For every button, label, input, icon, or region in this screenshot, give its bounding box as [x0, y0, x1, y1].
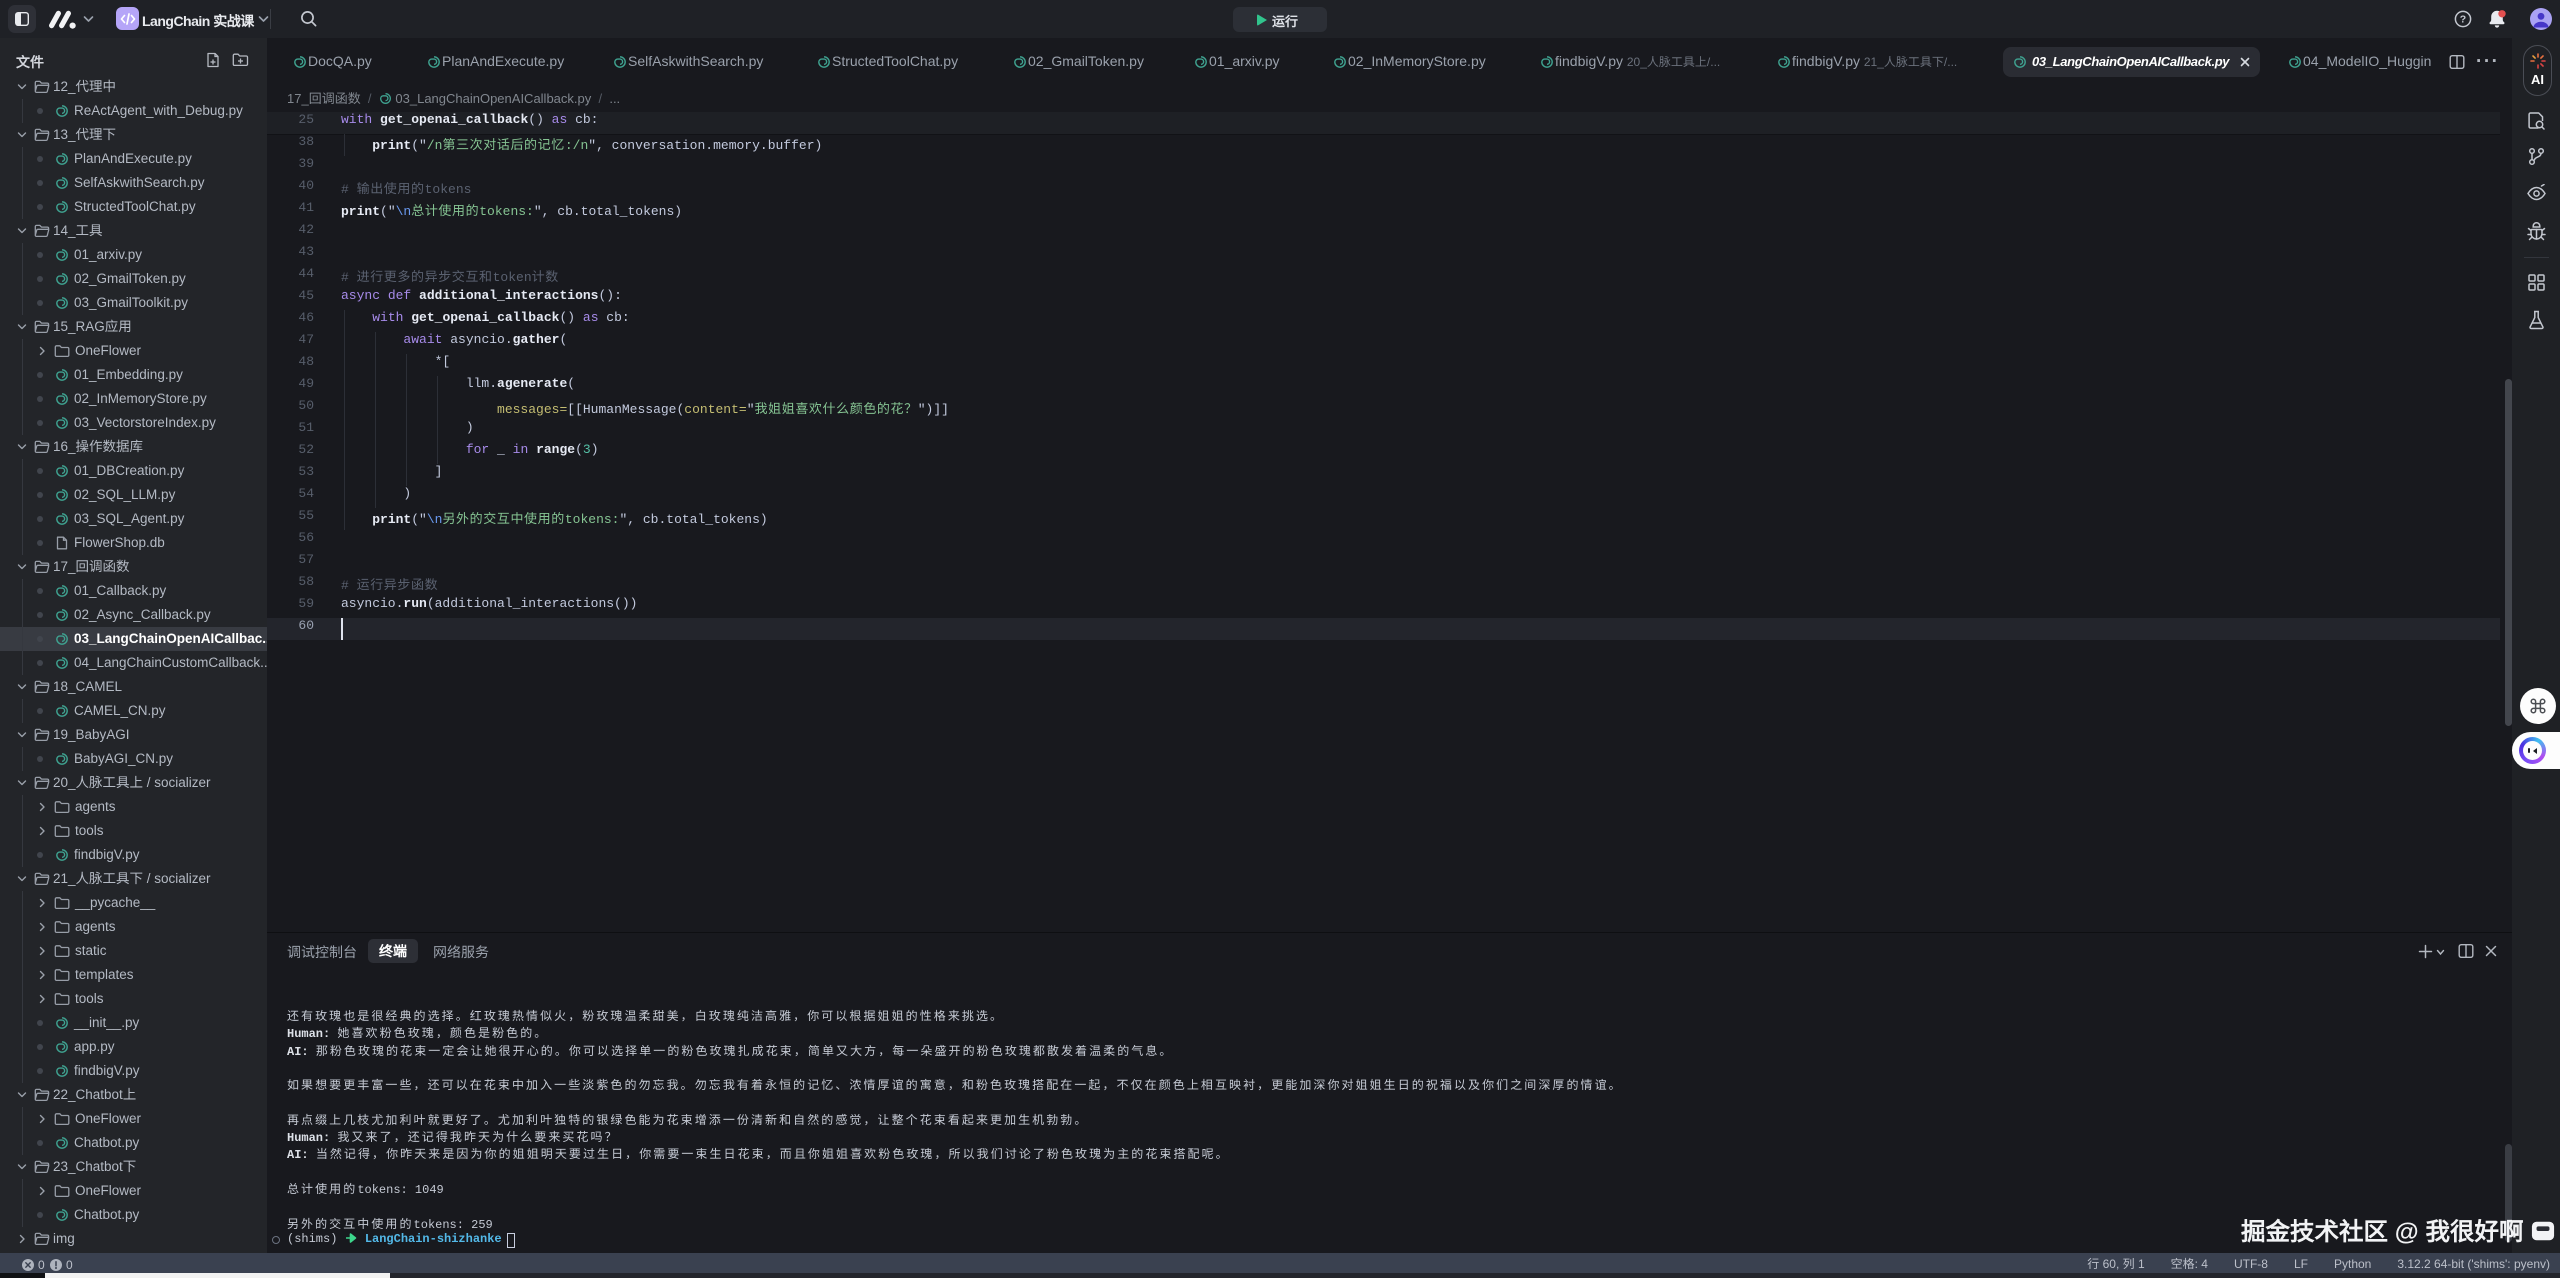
svg-text:?: ?: [2460, 14, 2466, 26]
